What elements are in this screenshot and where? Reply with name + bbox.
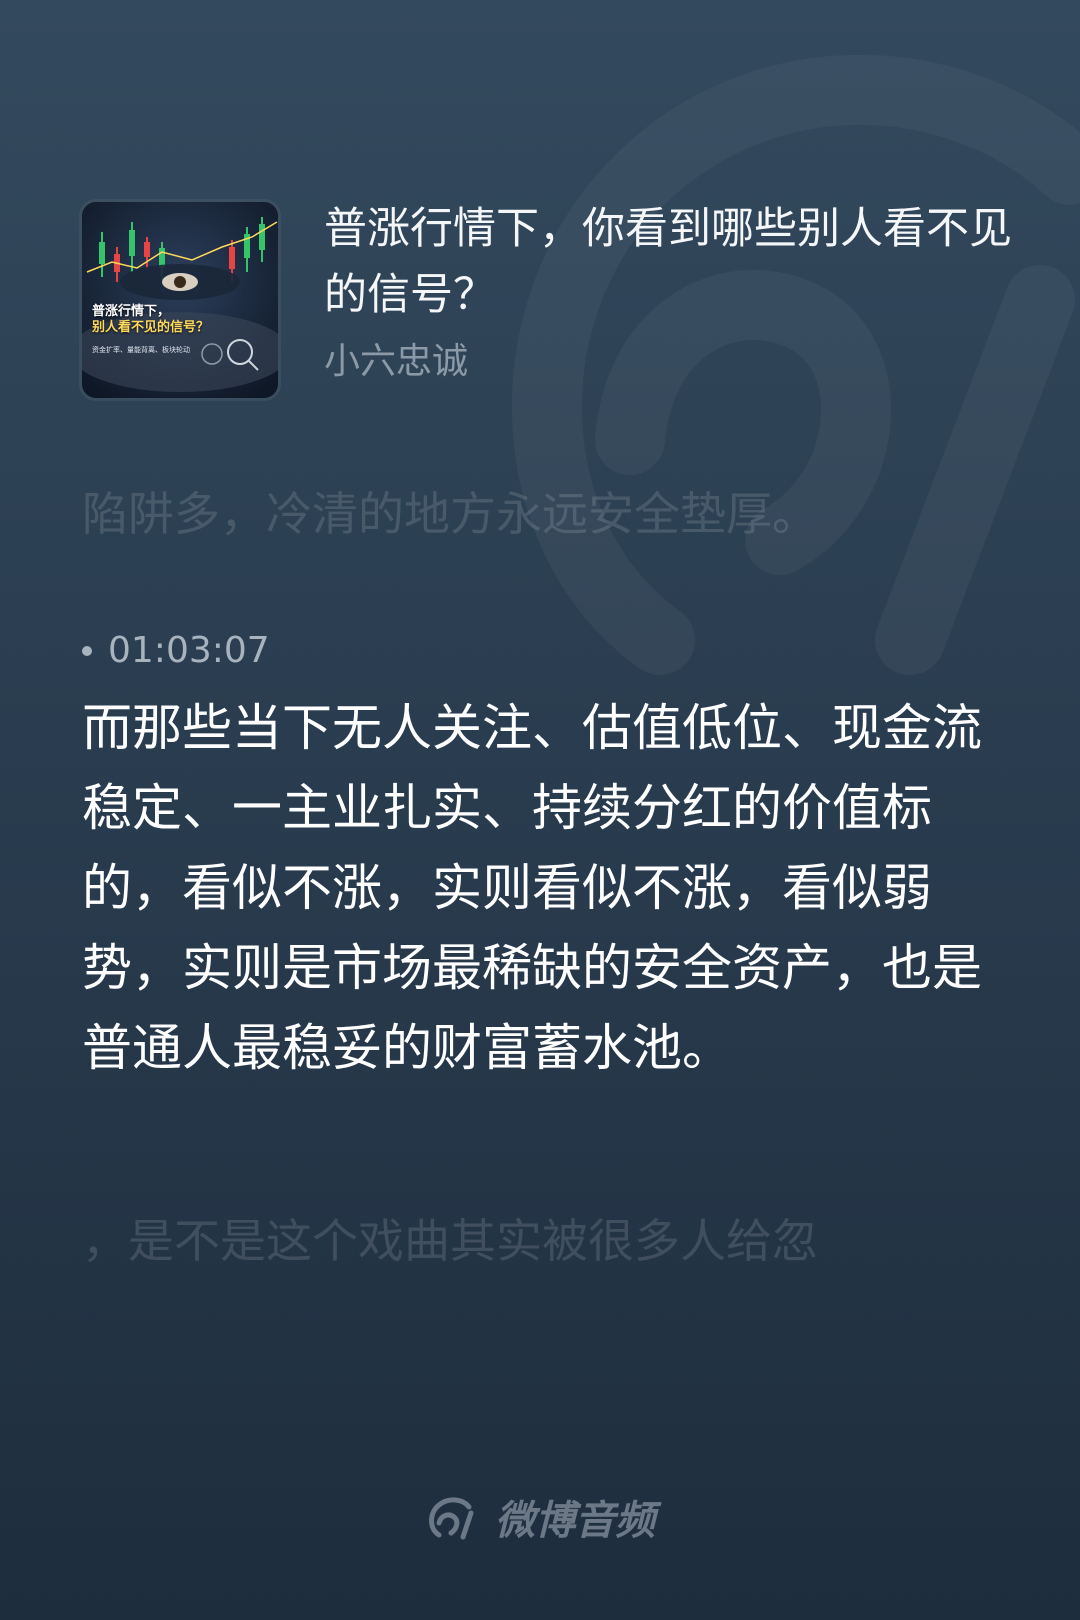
lyric-next-line[interactable]: ，是不是这个戏曲其实被很多人给忽: [82, 1205, 818, 1271]
brand-footer: 微博音频: [0, 1488, 1080, 1546]
cover-title-line1: 普涨行情下，: [92, 304, 171, 319]
cover-title: 普涨行情下， 别人看不见的信号？: [92, 304, 209, 336]
podcast-cover-image[interactable]: 普涨行情下， 别人看不见的信号？ 资金扩率、量能背离、板块轮动: [82, 202, 278, 398]
lyric-timestamp: 01:03:07: [82, 630, 270, 671]
timestamp-dot-icon: [82, 645, 92, 656]
podcast-author[interactable]: 小六忠诚: [324, 332, 468, 384]
lyric-current-line[interactable]: 而那些当下无人关注、估值低位、现金流稳定、一主业扎实、持续分红的价值标的，看似不…: [82, 688, 982, 1088]
lyric-previous-line[interactable]: 陷阱多，冷清的地方永远安全垫厚。: [82, 478, 818, 544]
cover-artwork: [82, 202, 278, 398]
podcast-header: 普涨行情下， 别人看不见的信号？ 资金扩率、量能背离、板块轮动 普涨行情下，你看…: [82, 202, 1012, 402]
timestamp-text: 01:03:07: [108, 630, 270, 671]
cover-title-line2: 别人看不见的信号？: [92, 320, 210, 335]
brand-name: 微博音频: [495, 1498, 655, 1544]
weibo-audio-logo-icon: [429, 1497, 474, 1540]
cover-subtitle: 资金扩率、量能背离、板块轮动: [92, 346, 190, 354]
podcast-title[interactable]: 普涨行情下，你看到哪些别人看不见的信号？: [324, 196, 1014, 328]
